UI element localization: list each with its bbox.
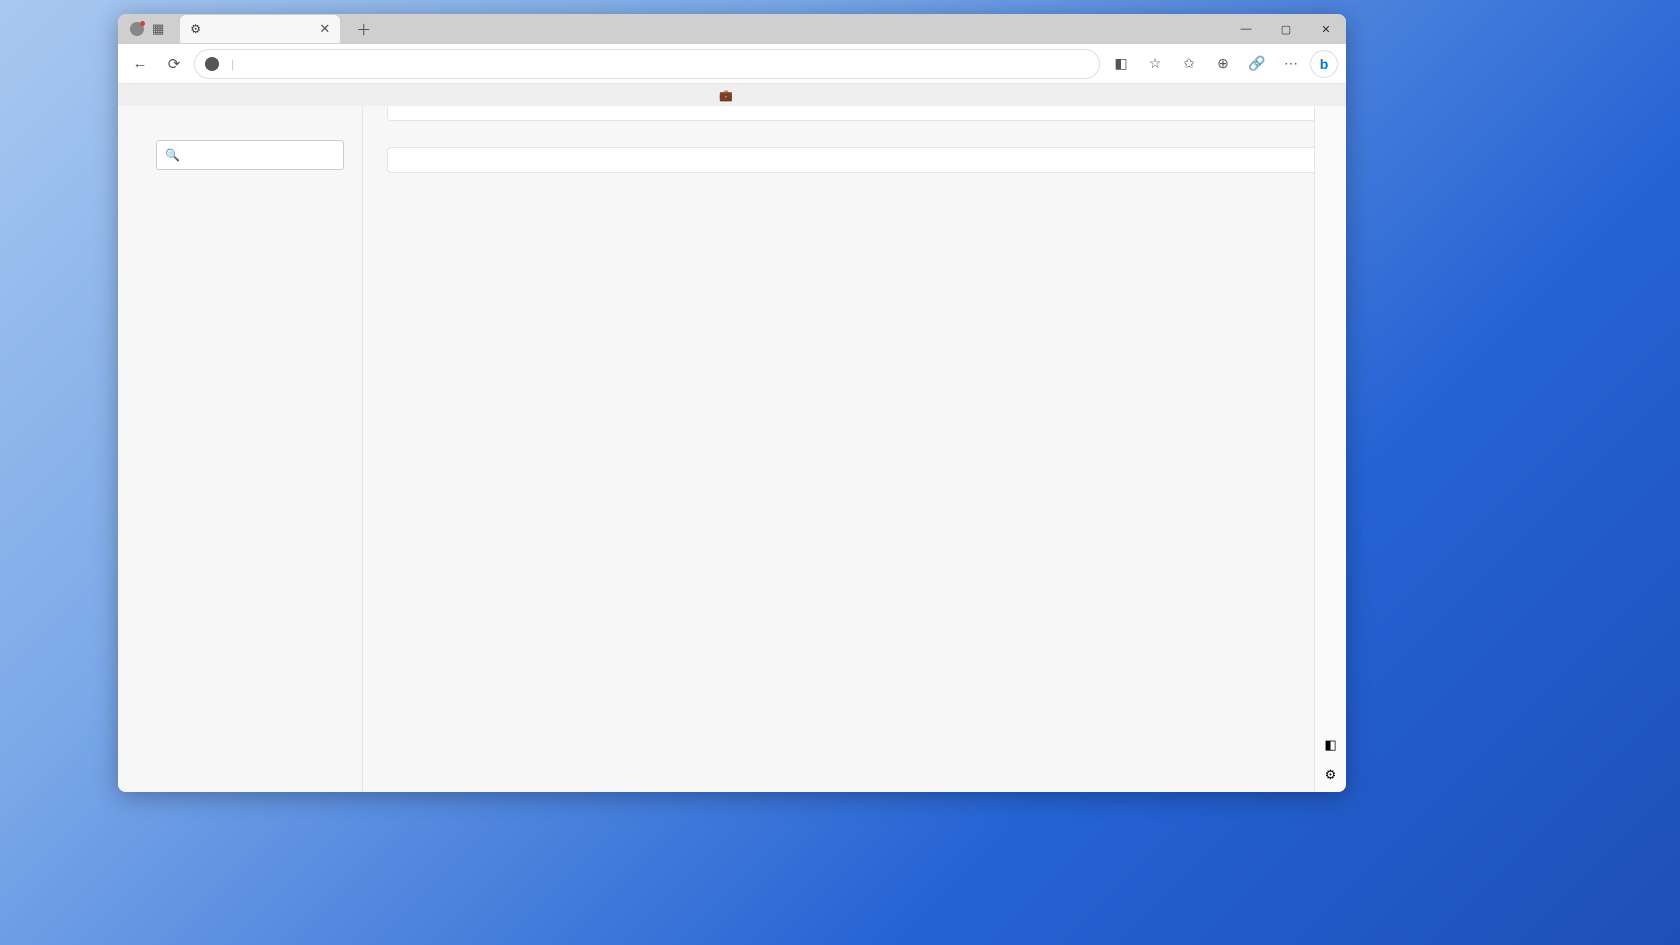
panel-header [388,148,1321,172]
extensions-icon[interactable]: 🔗 [1242,49,1272,79]
tab-settings[interactable]: ⚙ ✕ [180,15,340,43]
close-window-button[interactable]: ✕ [1306,14,1346,44]
briefcase-icon: 💼 [719,89,733,102]
settings-main [363,106,1346,792]
search-settings-input[interactable]: 🔍 [156,140,344,170]
tab-actions-icon[interactable]: ▦ [152,21,164,37]
collections-icon[interactable]: ⊕ [1208,49,1238,79]
favorite-star-icon[interactable]: ☆ [1140,49,1170,79]
minimize-button[interactable]: — [1226,14,1266,44]
settings-sidebar: 🔍 [118,106,363,792]
bing-icon[interactable]: b [1310,50,1338,78]
profile-icon[interactable] [130,22,144,36]
managed-infobar: 💼 [118,84,1346,106]
close-tab-icon[interactable]: ✕ [319,21,330,37]
edge-right-sidebar: ◧ ⚙ [1314,106,1346,792]
sidebar-settings-icon[interactable]: ⚙ [1322,766,1340,784]
more-menu-icon[interactable]: ⋯ [1276,49,1306,79]
partial-previous-panel [387,106,1322,121]
maximize-button[interactable]: ▢ [1266,14,1306,44]
back-button[interactable]: ← [126,50,154,78]
browser-toolbar: ← ⟳ | ◧ ☆ ✩ ⊕ 🔗 ⋯ b [118,44,1346,84]
toolbar-buttons-panel [387,147,1322,173]
split-screen-icon[interactable]: ◧ [1106,49,1136,79]
edge-logo-icon [205,57,219,71]
titlebar: ▦ ⚙ ✕ ＋ — ▢ ✕ [118,14,1346,44]
browser-window: ▦ ⚙ ✕ ＋ — ▢ ✕ ← ⟳ | ◧ ☆ ✩ ⊕ 🔗 [118,14,1346,792]
gear-icon: ⚙ [190,22,201,36]
refresh-button[interactable]: ⟳ [160,50,188,78]
sidebar-split-icon[interactable]: ◧ [1322,736,1340,754]
settings-heading [118,126,362,140]
search-icon: 🔍 [165,148,180,162]
address-bar[interactable]: | [194,49,1100,79]
favorites-list-icon[interactable]: ✩ [1174,49,1204,79]
new-tab-button[interactable]: ＋ [356,19,371,40]
